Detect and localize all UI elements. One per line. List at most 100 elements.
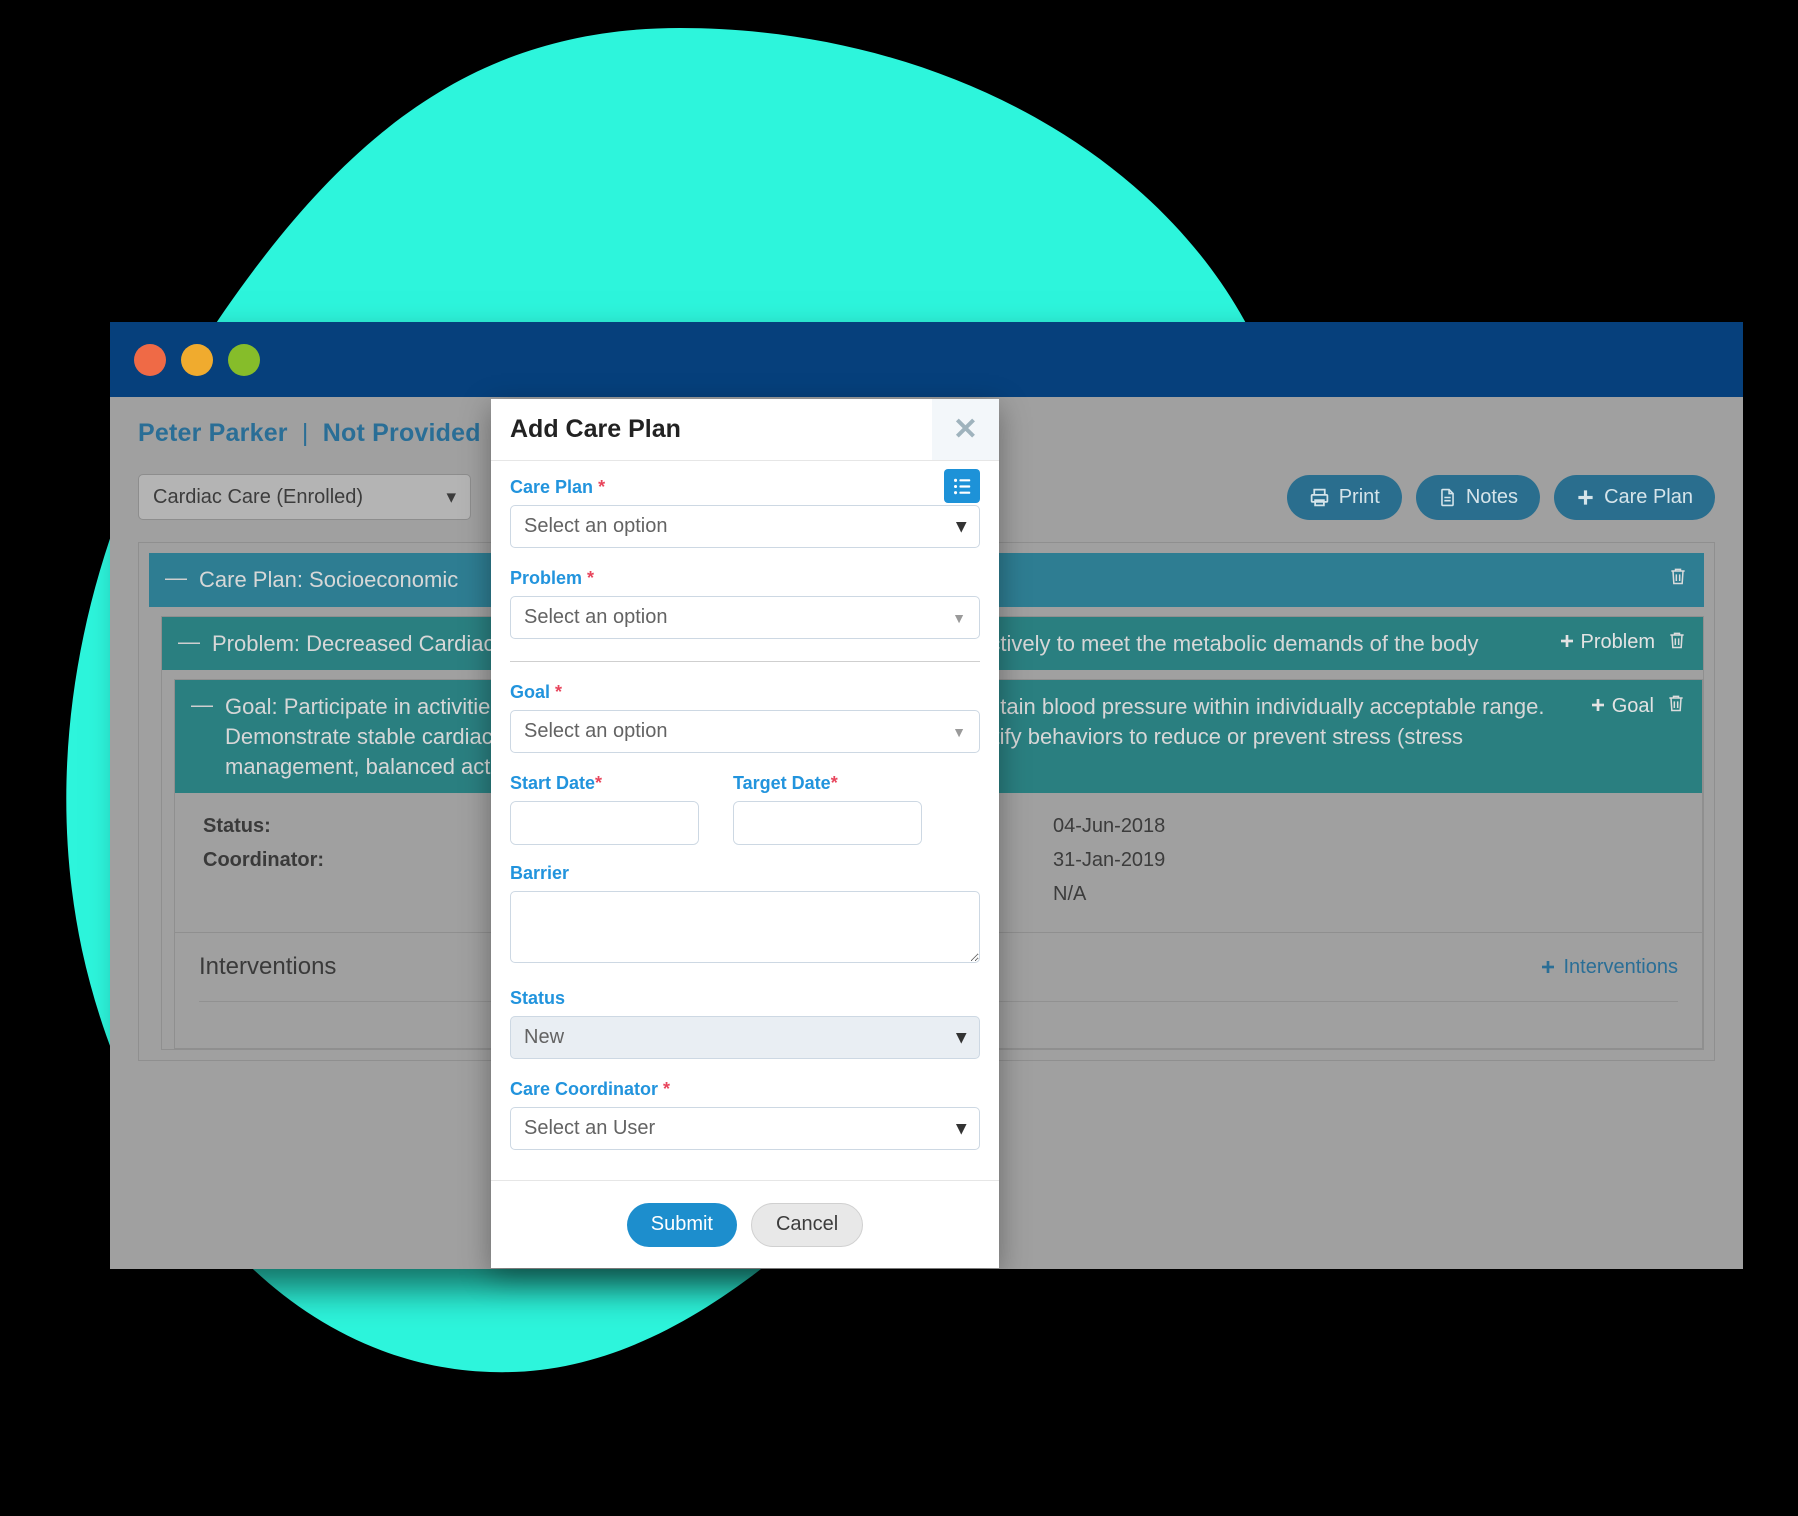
- add-care-plan-modal: Add Care Plan ✕ Care Plan * Select an op…: [491, 399, 999, 1268]
- list-view-icon[interactable]: [944, 469, 980, 503]
- care-coordinator-select[interactable]: Select an User ▾: [510, 1107, 980, 1150]
- status-field-label: Status: [510, 988, 980, 1009]
- add-goal-label: Goal: [1611, 694, 1654, 717]
- notes-button[interactable]: Notes: [1415, 474, 1541, 520]
- problem-required-marker: *: [587, 568, 595, 588]
- interventions-title: Interventions: [199, 953, 337, 981]
- care-plan-label-text: Care Plan: [510, 477, 594, 497]
- start-date-value: 04-Jun-2018: [1053, 815, 1166, 838]
- caret-down-icon: ▼: [952, 723, 966, 740]
- barrier-textarea[interactable]: [510, 891, 980, 963]
- modal-section-divider: [510, 661, 980, 662]
- start-date-required-marker: *: [595, 773, 603, 793]
- care-coordinator-field-group: Care Coordinator * Select an User ▾: [510, 1079, 980, 1150]
- care-plan-select-value: Select an option: [524, 515, 668, 537]
- chevron-down-icon: ▾: [956, 1027, 966, 1048]
- plus-icon: [1576, 488, 1595, 507]
- add-problem-control[interactable]: Problem: [1559, 631, 1655, 654]
- collapse-toggle-careplan[interactable]: —: [165, 565, 187, 591]
- problem-row-actions: Problem: [1559, 629, 1687, 657]
- care-plan-row-actions: [1668, 565, 1688, 593]
- submit-button[interactable]: Submit: [626, 1202, 737, 1247]
- screenshot-root: Peter Parker | Not Provided | 02 Cardiac…: [0, 0, 1798, 1516]
- modal-title: Add Care Plan: [510, 415, 681, 443]
- print-button-label: Print: [1338, 485, 1380, 508]
- date-fields-row: Start Date* Target Date*: [510, 773, 980, 845]
- goal-select[interactable]: Select an option ▼: [510, 710, 980, 753]
- minimize-window-dot[interactable]: [181, 343, 213, 376]
- status-field-group: Status New ▾: [510, 988, 980, 1059]
- status-select[interactable]: New ▾: [510, 1016, 980, 1059]
- problem-field-group: Problem * Select an option ▼: [510, 568, 980, 639]
- notes-button-label: Notes: [1465, 485, 1519, 508]
- barrier-label-text: Barrier: [510, 863, 570, 883]
- chevron-down-icon: ▾: [956, 516, 966, 537]
- target-date-input[interactable]: [734, 802, 921, 844]
- barrier-field-group: Barrier: [510, 863, 980, 968]
- start-date-field-label: Start Date*: [510, 773, 699, 794]
- goal-required-marker: *: [555, 682, 563, 702]
- care-plan-required-marker: *: [598, 477, 606, 497]
- completed-date-value: N/A: [1053, 883, 1087, 906]
- add-problem-label: Problem: [1580, 631, 1655, 654]
- problem-select-value: Select an option: [524, 606, 668, 628]
- care-coordinator-select-value: Select an User: [524, 1117, 656, 1139]
- care-coordinator-required-marker: *: [663, 1079, 671, 1099]
- status-select-value: New: [524, 1026, 565, 1048]
- start-date-field-group: Start Date*: [510, 773, 699, 845]
- goal-row-actions: Goal: [1590, 692, 1686, 720]
- printer-icon: [1309, 487, 1330, 508]
- add-care-plan-button-label: Care Plan: [1604, 485, 1693, 508]
- modal-header: Add Care Plan ✕: [491, 399, 999, 461]
- target-date-label-text: Target Date: [733, 773, 831, 793]
- delete-problem-icon[interactable]: [1667, 629, 1687, 657]
- close-icon[interactable]: ✕: [932, 399, 999, 460]
- target-date-field-label: Target Date*: [733, 773, 922, 794]
- print-button[interactable]: Print: [1286, 474, 1402, 520]
- collapse-toggle-problem[interactable]: —: [178, 629, 200, 655]
- patient-separator-1: |: [301, 419, 309, 447]
- cancel-button[interactable]: Cancel: [750, 1202, 864, 1247]
- add-care-plan-button[interactable]: Care Plan: [1554, 474, 1715, 520]
- modal-footer: Submit Cancel: [491, 1180, 999, 1268]
- goal-field-group: Goal * Select an option ▼: [510, 682, 980, 753]
- document-icon: [1438, 487, 1457, 508]
- care-plan-field-label: Care Plan *: [510, 477, 980, 498]
- chevron-down-icon: ▾: [446, 486, 456, 508]
- add-interventions-control[interactable]: Interventions: [1540, 956, 1678, 979]
- start-date-input-wrap: [510, 801, 699, 845]
- care-plan-select[interactable]: Select an option ▾: [510, 505, 980, 548]
- target-end-date-value: 31-Jan-2019: [1053, 849, 1166, 872]
- goal-select-value: Select an option: [524, 720, 668, 742]
- care-coordinator-label-text: Care Coordinator: [510, 1079, 659, 1099]
- patient-secondary: Not Provided: [322, 419, 481, 447]
- add-interventions-label: Interventions: [1563, 955, 1678, 978]
- window-titlebar: [110, 322, 1743, 397]
- toolbar-actions: Print Notes Care Plan: [1286, 474, 1715, 520]
- close-window-dot[interactable]: [134, 343, 166, 376]
- patient-name: Peter Parker: [138, 419, 288, 447]
- target-date-input-wrap: [733, 801, 922, 845]
- problem-field-label: Problem *: [510, 568, 980, 589]
- caret-down-icon: ▼: [952, 609, 966, 626]
- problem-select[interactable]: Select an option ▼: [510, 596, 980, 639]
- program-select-value: Cardiac Care (Enrolled): [153, 485, 364, 508]
- care-plan-field-group: Care Plan * Select an option ▾: [510, 477, 980, 548]
- care-coordinator-field-label: Care Coordinator *: [510, 1079, 980, 1100]
- goal-field-label: Goal *: [510, 682, 980, 703]
- maximize-window-dot[interactable]: [228, 343, 260, 376]
- start-date-label-text: Start Date: [510, 773, 596, 793]
- delete-goal-icon[interactable]: [1666, 692, 1686, 720]
- target-date-field-group: Target Date*: [733, 773, 922, 845]
- status-label-text: Status: [510, 988, 566, 1008]
- start-date-input[interactable]: [511, 802, 698, 844]
- collapse-toggle-goal[interactable]: —: [191, 692, 213, 718]
- barrier-field-label: Barrier: [510, 863, 980, 884]
- goal-label-text: Goal: [510, 682, 551, 702]
- program-select[interactable]: Cardiac Care (Enrolled) ▾: [138, 474, 471, 520]
- delete-care-plan-icon[interactable]: [1668, 565, 1688, 593]
- problem-label-text: Problem: [510, 568, 583, 588]
- add-goal-control[interactable]: Goal: [1590, 695, 1654, 718]
- target-date-required-marker: *: [830, 773, 838, 793]
- modal-body: Care Plan * Select an option ▾ Problem *…: [491, 461, 999, 1180]
